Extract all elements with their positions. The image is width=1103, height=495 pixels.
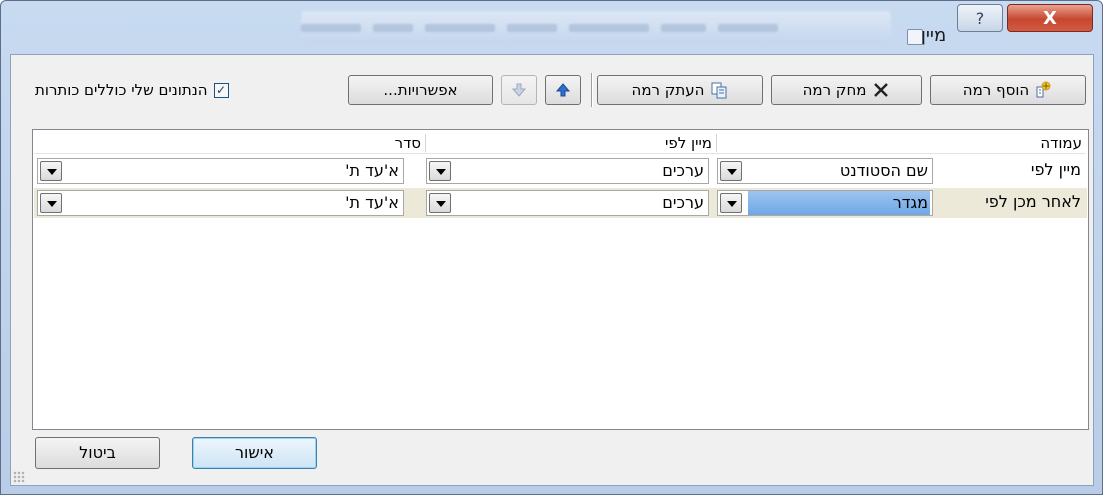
copy-level-button[interactable]: העתק רמה (597, 75, 763, 105)
chevron-down-icon[interactable] (40, 161, 62, 181)
order-combo[interactable]: א'עד ת' (37, 190, 404, 216)
sort-level-row[interactable]: מיין לפי שם הסטודנט ערכים א'עד ת' (34, 156, 1087, 186)
dialog-body: הוסף רמה מחק רמה העתק רמה אפשרויות... ✓ … (10, 54, 1094, 486)
sort-on-combo[interactable]: ערכים (426, 158, 709, 184)
header-divider (716, 134, 717, 152)
title-bar[interactable]: מיין ? X (1, 1, 1102, 53)
toolbar-separator (591, 73, 592, 107)
sort-on-combo[interactable]: ערכים (426, 190, 709, 216)
move-down-button[interactable] (501, 75, 537, 105)
order-header: סדר (34, 132, 425, 154)
order-value: א'עד ת' (345, 161, 399, 180)
delete-x-icon (872, 81, 890, 99)
order-combo[interactable]: א'עד ת' (37, 158, 404, 184)
help-button[interactable]: ? (957, 4, 1003, 32)
chevron-down-icon[interactable] (429, 193, 451, 213)
sort-levels-grid: עמודה מיין לפי סדר מיין לפי שם הסטודנט ע… (32, 129, 1089, 430)
headers-checkbox[interactable]: ✓ (213, 82, 229, 98)
add-level-label: הוסף רמה (962, 81, 1030, 99)
move-up-button[interactable] (545, 75, 581, 105)
close-button[interactable]: X (1007, 4, 1093, 32)
window-title: מיין (921, 25, 947, 46)
copy-icon (710, 81, 728, 99)
chevron-down-icon[interactable] (720, 161, 742, 181)
add-level-icon (1035, 81, 1053, 99)
sort-level-row-selected[interactable]: לאחר מכן לפי מגדר ערכים א'עד ת' (34, 188, 1087, 218)
row-label: לאחר מכן לפי (985, 192, 1081, 211)
headers-checkbox-label: הנתונים שלי כוללים כותרות (35, 81, 208, 99)
sort-on-value: ערכים (662, 161, 704, 180)
chevron-down-icon[interactable] (720, 193, 742, 213)
background-ribbon (301, 11, 891, 45)
chevron-down-icon[interactable] (40, 193, 62, 213)
delete-level-label: מחק רמה (802, 81, 867, 99)
add-level-button[interactable]: הוסף רמה (930, 75, 1086, 105)
ok-button[interactable]: אישור (192, 437, 317, 469)
copy-level-label: העתק רמה (631, 81, 705, 99)
chevron-down-icon[interactable] (429, 161, 451, 181)
sort-on-value: ערכים (662, 193, 704, 212)
row-label: מיין לפי (1030, 160, 1081, 179)
column-value: שם הסטודנט (839, 161, 928, 180)
options-label: אפשרויות... (383, 81, 458, 99)
column-combo[interactable]: מגדר (717, 190, 933, 216)
headers-checkbox-row[interactable]: ✓ הנתונים שלי כוללים כותרות (35, 81, 229, 99)
resize-grip[interactable] (13, 471, 25, 483)
column-combo[interactable]: שם הסטודנט (717, 158, 933, 184)
header-divider (425, 134, 426, 152)
cancel-button[interactable]: ביטול (35, 437, 160, 469)
order-value: א'עד ת' (345, 193, 399, 212)
sort-dialog: מיין ? X הוסף רמה מחק רמה העתק רמה אפשרו… (0, 0, 1103, 495)
sort-on-header: מיין לפי (425, 132, 716, 154)
arrow-down-icon (510, 81, 528, 99)
options-button[interactable]: אפשרויות... (348, 75, 493, 105)
column-value: מגדר (748, 191, 930, 215)
column-header: עמודה (716, 132, 1086, 154)
arrow-up-icon (554, 81, 572, 99)
delete-level-button[interactable]: מחק רמה (771, 75, 922, 105)
